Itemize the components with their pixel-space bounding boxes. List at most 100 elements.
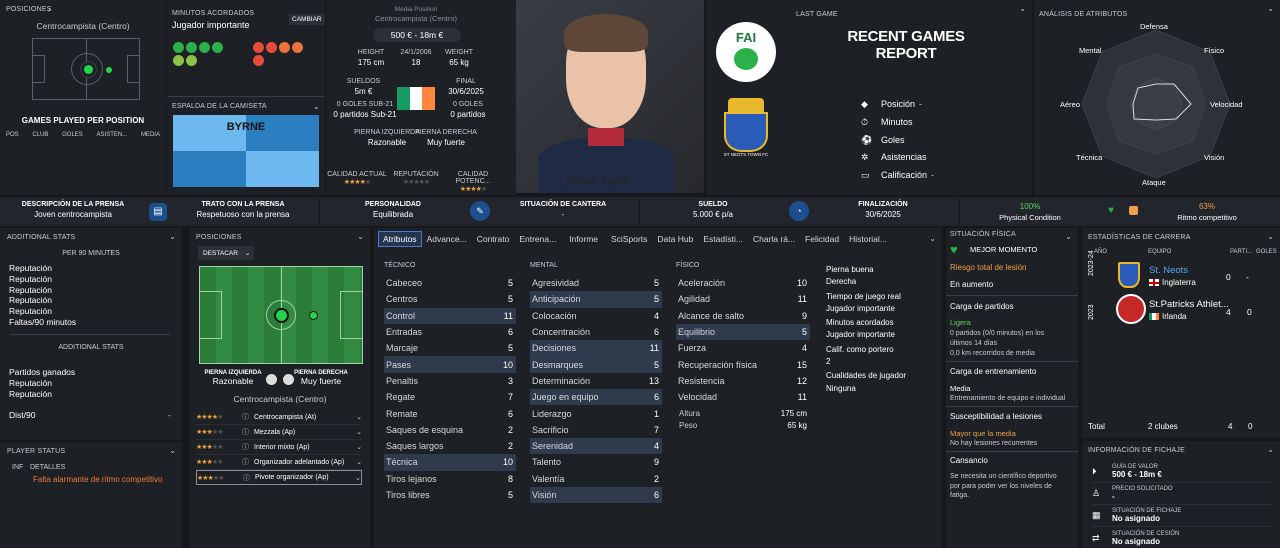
attr-row[interactable]: Remate 6 <box>384 405 516 421</box>
attr-row[interactable]: Alcance de salto 9 <box>676 308 810 324</box>
attr-row[interactable]: Fuerza 4 <box>676 340 810 356</box>
extra-info: Pierna buena Derecha Tiempo de juego rea… <box>826 264 936 395</box>
attr-row[interactable]: Determinación 13 <box>530 373 662 389</box>
role-row[interactable]: ★★★★★ ⓘ Interior mixto (Ap) ⌄ <box>196 440 362 455</box>
left-foot-value: Razonable <box>212 376 254 386</box>
attr-row[interactable]: Liderazgo 1 <box>530 405 662 421</box>
tab-history[interactable]: Historial... <box>844 232 892 246</box>
player-status-header: Player Status <box>7 448 66 455</box>
right-foot-label: PIERNA DERECHA <box>415 129 477 136</box>
attr-row[interactable]: Cabeceo 5 <box>384 275 516 291</box>
attr-row[interactable]: Talento 9 <box>530 454 662 470</box>
tab-contract[interactable]: Contrato <box>472 232 515 246</box>
attr-row[interactable]: Técnica 10 <box>384 454 516 471</box>
england-flag-icon <box>1149 279 1159 286</box>
role-row[interactable]: ★★★★★ ⓘ Mezzala (Ap) ⌄ <box>196 425 362 440</box>
recent-items: ◆ Posición - ⏱ Minutos ⚽ Goles ✲ Asistencias … <box>861 96 934 185</box>
attr-row[interactable]: Entradas 6 <box>384 324 516 340</box>
attr-row[interactable]: Pases 10 <box>384 356 516 373</box>
attr-row[interactable]: Velocidad 11 <box>676 389 810 405</box>
attr-row[interactable]: Desmarques 5 <box>530 356 662 373</box>
radar-label-physical: Físico <box>1204 46 1225 55</box>
match-load-label: Carga de partidos <box>950 302 1014 311</box>
weight-value: 65 kg <box>787 421 807 431</box>
tab-happiness[interactable]: Felicidad <box>800 232 844 246</box>
radar-label-defense: Defensa <box>1140 22 1168 31</box>
height-value: 175 cm <box>780 409 807 419</box>
info-icon: ⓘ <box>242 414 249 421</box>
tab-atributos[interactable]: Atributos <box>378 231 422 247</box>
ireland-flag-icon <box>1149 313 1159 320</box>
press-icon: ▤ <box>149 203 167 221</box>
chevron-down-icon[interactable]: ⌄ <box>169 232 176 241</box>
attr-row[interactable]: Decisiones 11 <box>530 340 662 357</box>
tecnico-title: TÉCNICO <box>384 262 416 269</box>
chevron-down-icon[interactable]: ⌄ <box>1065 232 1072 241</box>
tecnico-list: Cabeceo 5 Centros 5 Control 11 Entradas 6 Ma… <box>384 275 516 503</box>
attr-row[interactable]: Resistencia 12 <box>676 373 810 389</box>
attr-row[interactable]: Valentía 2 <box>530 471 662 487</box>
attr-row[interactable]: Recuperación física 15 <box>676 356 810 372</box>
attr-row[interactable]: Colocación 4 <box>530 308 662 324</box>
stat-row: Reputación <box>9 389 53 399</box>
attr-row[interactable]: Tiros libres 5 <box>384 487 516 503</box>
tab-report[interactable]: Informe <box>561 232 606 246</box>
youth-status-label: SITUACIÓN DE CANTERA <box>519 201 607 208</box>
radar-label-vision: Visión <box>1204 153 1225 162</box>
tab-datahub[interactable]: Data Hub <box>652 232 698 246</box>
attr-row[interactable]: Equilibrio 5 <box>676 323 810 341</box>
chevron-down-icon[interactable]: ⌄ <box>169 446 176 455</box>
recent-dash: - <box>904 48 908 58</box>
highlight-dropdown[interactable]: DESTACAR ⌄ <box>198 246 254 260</box>
attr-row[interactable]: Aceleración 10 <box>676 275 810 291</box>
attr-row[interactable]: Centros 5 <box>384 291 516 307</box>
attr-row[interactable]: Concentración 6 <box>530 324 662 340</box>
attr-row[interactable]: Saques de esquina 2 <box>384 422 516 438</box>
chevron-down-icon[interactable]: ⌄ <box>313 102 320 111</box>
contract-icon: ◔ <box>789 201 809 221</box>
tab-quick-chat[interactable]: Charla rá... <box>748 232 800 246</box>
chevron-down-icon: ⌄ <box>244 250 251 257</box>
attr-row[interactable]: Tiros lejanos 8 <box>384 471 516 487</box>
attr-row[interactable]: Anticipación 5 <box>530 291 662 308</box>
attr-row[interactable]: Penaltis 3 <box>384 373 516 389</box>
role-row[interactable]: ★★★★★ ⓘ Pivote organizador (Ap) ⌄ <box>196 470 362 485</box>
chevron-down-icon[interactable]: ⌄ <box>1019 4 1026 13</box>
pitch <box>199 266 363 364</box>
attr-row[interactable]: Control 11 <box>384 307 516 324</box>
radar-label-aerial: Aéreo <box>1060 100 1081 109</box>
dist-label: Dist/90 <box>9 410 36 420</box>
role-row[interactable]: ★★★★★ ⓘ Centrocampista (At) ⌄ <box>196 410 362 425</box>
transfer-header: Información de fichaje <box>1088 447 1185 454</box>
chevron-down-icon[interactable]: ⌄ <box>357 232 364 241</box>
positions-header[interactable]: Posiciones <box>6 6 52 13</box>
attr-row[interactable]: Visión 6 <box>530 486 662 504</box>
attr-row[interactable]: Sacrificio 7 <box>530 422 662 438</box>
attr-row[interactable]: Marcaje 5 <box>384 340 516 356</box>
tab-training[interactable]: Entrena... <box>514 232 561 246</box>
match-load-value: Ligera <box>950 318 971 327</box>
position-dot <box>84 65 93 74</box>
attr-row[interactable]: Regate 7 <box>384 389 516 405</box>
attr-row[interactable]: Serenidad 4 <box>530 437 662 455</box>
match-sharpness-icon <box>1129 206 1138 215</box>
change-button[interactable]: CAMBIAR <box>289 14 325 25</box>
games: 0 partidos <box>450 110 486 119</box>
attr-row[interactable]: Saques largos 2 <box>384 438 516 454</box>
height-value: 175 cm <box>357 58 385 67</box>
chevron-down-icon[interactable]: ⌄ <box>1267 445 1274 454</box>
tab-advanced[interactable]: Advance... <box>422 232 472 246</box>
tab-stats[interactable]: Estadísti... <box>698 232 748 246</box>
attr-row[interactable]: Agresividad 5 <box>530 275 662 291</box>
tab-scisports[interactable]: SciSports <box>606 232 652 246</box>
chevron-down-icon[interactable]: ⌄ <box>929 234 936 243</box>
chevron-down-icon[interactable]: ⌄ <box>1267 4 1274 13</box>
position-title: Media Position <box>394 6 438 13</box>
attr-row[interactable]: Agilidad 11 <box>676 291 810 307</box>
attr-row[interactable]: Juego en equipo 6 <box>530 389 662 406</box>
role-row[interactable]: ★★★★★ ⓘ Organizador adelantado (Ap) ⌄ <box>196 455 362 470</box>
career-goals: 0 <box>1247 307 1252 317</box>
gpp-col-assists: ASISTEN... <box>96 132 128 138</box>
chevron-down-icon[interactable]: ⌄ <box>1267 232 1274 241</box>
club-crest-text: ST NEOTS TOWN FC <box>723 152 769 157</box>
